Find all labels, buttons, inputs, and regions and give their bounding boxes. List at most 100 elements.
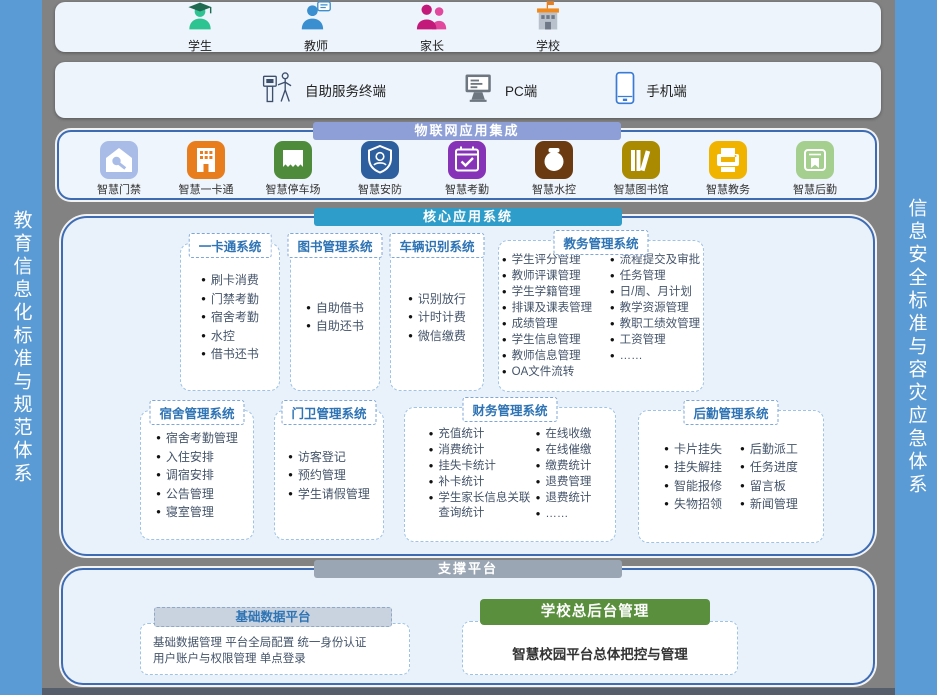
iot-door-access: 智慧门禁 xyxy=(81,141,157,197)
parking-icon xyxy=(274,141,312,179)
school-admin-desc: 智慧校园平台总体把控与管理 xyxy=(512,643,688,663)
iot-icon-row: 智慧门禁 智慧一卡通 xyxy=(59,132,875,197)
bullet-icon: ● xyxy=(664,496,669,512)
list-item: ●日/周、月计划 xyxy=(610,285,700,300)
left-standard-bar-label: 教育信息化标准与规范体系 xyxy=(8,210,35,486)
role-parents: 家长 xyxy=(399,0,465,54)
iot-parking: 智慧停车场 xyxy=(255,141,331,197)
list-item: ●在线催缴 xyxy=(536,443,592,458)
system-item-list: ●卡片挂失●挂失解挂●智能报修●失物招领 xyxy=(664,438,722,515)
bullet-icon: ● xyxy=(502,333,507,348)
system-onecard: 一卡通系统 ●刷卡消费●门禁考勤●宿舍考勤●水控●借书还书 xyxy=(180,243,280,391)
system-item-list: ●充值统计●消费统计●挂失卡统计●补卡统计●学生家长信息关联查询统计 xyxy=(429,426,532,524)
support-platform-panel: 支撑平台 基础数据平台 基础数据管理 平台全局配置 统一身份认证 用户账户与权限… xyxy=(61,568,875,685)
bullet-icon: ● xyxy=(429,475,434,490)
parents-icon xyxy=(415,0,449,37)
list-item: ●卡片挂失 xyxy=(664,441,722,457)
bullet-icon: ● xyxy=(429,443,434,458)
system-gatekeeper: 门卫管理系统 ●访客登记●预约管理●学生请假管理 xyxy=(274,410,384,540)
bullet-icon: ● xyxy=(156,486,161,502)
terminal-label: PC端 xyxy=(505,80,537,100)
logistics-icon xyxy=(796,141,834,179)
iot-label: 智慧水控 xyxy=(532,181,576,197)
system-item-list: ●自助借书●自助还书 xyxy=(306,297,364,337)
list-item: ●挂失卡统计 xyxy=(429,459,532,474)
list-item: ●…… xyxy=(610,349,700,364)
list-item: ●充值统计 xyxy=(429,427,532,442)
terminal-label: 手机端 xyxy=(646,80,687,100)
bullet-icon: ● xyxy=(536,507,541,522)
support-panel-title: 支撑平台 xyxy=(314,560,622,578)
system-item-list: ●在线收缴●在线催缴●缴费统计●退费管理●退费统计●…… xyxy=(536,426,592,524)
bullet-icon: ● xyxy=(502,317,507,332)
iot-water: 智慧水控 xyxy=(516,141,592,197)
system-title: 车辆识别系统 xyxy=(389,233,484,258)
bullet-icon: ● xyxy=(664,441,669,457)
list-item: ●刷卡消费 xyxy=(201,272,259,288)
attendance-icon xyxy=(448,141,486,179)
list-item: ●新闻管理 xyxy=(740,496,798,512)
iot-panel-title: 物联网应用集成 xyxy=(313,122,621,140)
core-systems-panel: 核心应用系统 一卡通系统 ●刷卡消费●门禁考勤●宿舍考勤●水控●借书还书 图书管… xyxy=(61,216,875,556)
list-item: ●微信缴费 xyxy=(408,328,466,344)
bullet-icon: ● xyxy=(156,449,161,465)
bullet-icon: ● xyxy=(429,459,434,474)
iot-label: 智慧图书馆 xyxy=(614,181,669,197)
bullet-icon: ● xyxy=(429,491,434,520)
list-item: ●教师信息管理 xyxy=(502,349,606,364)
bullet-icon: ● xyxy=(502,365,507,380)
bullet-icon: ● xyxy=(201,328,206,344)
iot-label: 智慧门禁 xyxy=(97,181,141,197)
bullet-icon: ● xyxy=(156,504,161,520)
system-columns: ●卡片挂失●挂失解挂●智能报修●失物招领 ●后勤派工●任务进度●留言板●新闻管理 xyxy=(664,438,798,515)
list-item: ●借书还书 xyxy=(201,346,259,362)
list-item: ●访客登记 xyxy=(288,449,370,465)
system-title: 财务管理系统 xyxy=(462,397,557,422)
system-columns: ●充值统计●消费统计●挂失卡统计●补卡统计●学生家长信息关联查询统计 ●在线收缴… xyxy=(429,426,592,524)
bullet-icon: ● xyxy=(502,285,507,300)
bullet-icon: ● xyxy=(536,443,541,458)
system-item-list: ●访客登记●预约管理●学生请假管理 xyxy=(288,446,370,504)
system-library: 图书管理系统 ●自助借书●自助还书 xyxy=(290,243,380,391)
iot-security: 智慧安防 xyxy=(342,141,418,197)
list-item: ●缴费统计 xyxy=(536,459,592,474)
bullet-icon: ● xyxy=(288,486,293,502)
system-title: 后勤管理系统 xyxy=(683,400,778,425)
list-item: ●任务进度 xyxy=(740,459,798,475)
right-standard-bar: 信息安全标准与容灾应急体系 xyxy=(895,0,937,695)
list-item: ●补卡统计 xyxy=(429,475,532,490)
bullet-icon: ● xyxy=(740,496,745,512)
bullet-icon: ● xyxy=(502,269,507,284)
bullet-icon: ● xyxy=(408,309,413,325)
list-item: ●失物招领 xyxy=(664,496,722,512)
list-item: ●学生请假管理 xyxy=(288,486,370,502)
role-student: 学生 xyxy=(167,0,233,54)
bullet-icon: ● xyxy=(502,349,507,364)
system-title: 一卡通系统 xyxy=(189,233,272,258)
iot-library: 智慧图书馆 xyxy=(603,141,679,197)
bullet-icon: ● xyxy=(429,427,434,442)
list-item: ●退费管理 xyxy=(536,475,592,490)
system-title: 图书管理系统 xyxy=(287,233,382,258)
system-dormitory: 宿舍管理系统 ●宿舍考勤管理●入住安排●调宿安排●公告管理●寝室管理 xyxy=(140,410,254,540)
role-label: 学生 xyxy=(188,37,212,54)
bullet-icon: ● xyxy=(536,427,541,442)
list-item: ●自助还书 xyxy=(306,318,364,334)
bullet-icon: ● xyxy=(408,328,413,344)
bullet-icon: ● xyxy=(664,459,669,475)
kiosk-icon xyxy=(260,70,296,111)
student-icon xyxy=(184,0,216,37)
bullet-icon: ● xyxy=(740,478,745,494)
terminal-mobile: 手机端 xyxy=(613,71,687,110)
bullet-icon: ● xyxy=(288,467,293,483)
bullet-icon: ● xyxy=(610,269,615,284)
list-item: ●挂失解挂 xyxy=(664,459,722,475)
bullet-icon: ● xyxy=(664,478,669,494)
role-label: 学校 xyxy=(536,37,560,54)
terminal-kiosk: 自助服务终端 xyxy=(260,70,386,111)
iot-label: 智慧教务 xyxy=(706,181,750,197)
iot-label: 智慧安防 xyxy=(358,181,402,197)
water-icon xyxy=(535,141,573,179)
list-item: ●工资管理 xyxy=(610,333,700,348)
list-item: ●计时计费 xyxy=(408,309,466,325)
